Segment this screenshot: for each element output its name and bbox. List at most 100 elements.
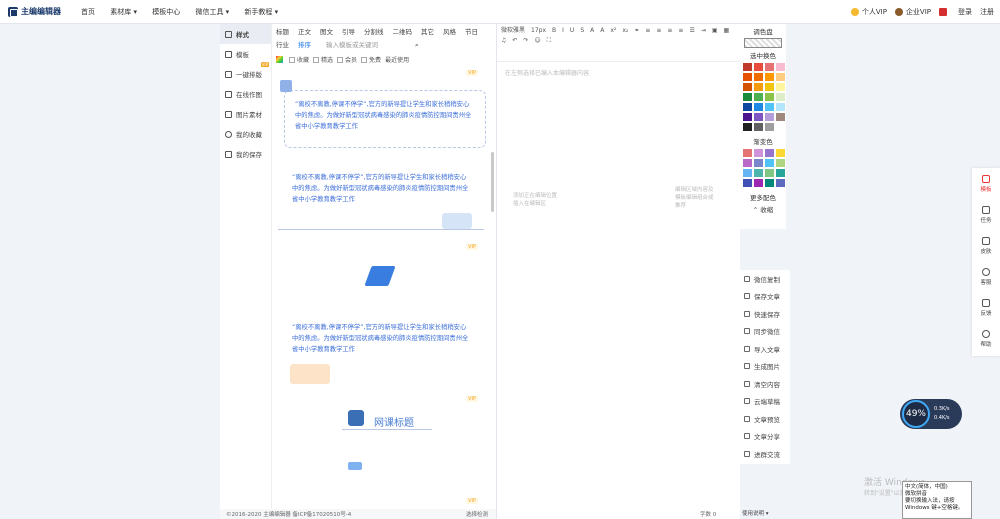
side-help[interactable]: 帮助 xyxy=(972,323,1000,354)
share-button[interactable]: 文章分享 xyxy=(740,428,790,446)
color-swatch[interactable] xyxy=(765,93,774,101)
save-article-button[interactable]: 保存文章 xyxy=(740,288,790,306)
check-button[interactable]: 选择检测 xyxy=(466,510,488,518)
underline-icon[interactable]: U xyxy=(570,26,574,36)
color-swatch[interactable] xyxy=(776,73,785,81)
tab-title[interactable]: 标题 xyxy=(276,26,289,39)
side-template[interactable]: 模板 xyxy=(972,168,1000,199)
color-swatch[interactable] xyxy=(776,169,785,177)
color-swatch[interactable] xyxy=(754,63,763,71)
color-swatch[interactable] xyxy=(765,63,774,71)
font-select[interactable]: 微软雅黑 xyxy=(501,26,525,36)
wechat-copy-button[interactable]: 微信复制 xyxy=(740,270,790,288)
color-filter-icon[interactable] xyxy=(276,56,283,63)
sync-wechat-button[interactable]: 同步微信 xyxy=(740,323,790,341)
color-swatch[interactable] xyxy=(754,93,763,101)
bold-icon[interactable]: B xyxy=(552,26,556,36)
quick-save-button[interactable]: 快速保存 xyxy=(740,305,790,323)
checkbox-favorite[interactable] xyxy=(289,56,295,63)
nav-wechat-tools[interactable]: 微信工具 ▾ xyxy=(195,7,229,17)
color-swatch[interactable] xyxy=(743,123,752,131)
color-swatch[interactable] xyxy=(754,149,763,157)
tab-style[interactable]: 风格 xyxy=(443,26,456,39)
side-skin[interactable]: 皮肤 xyxy=(972,230,1000,261)
register-link[interactable]: 注册 xyxy=(980,7,994,17)
cloud-draft-button[interactable]: 云端草稿 xyxy=(740,393,790,411)
preview-button[interactable]: 文章预览 xyxy=(740,410,790,428)
checkbox-featured[interactable] xyxy=(313,56,320,63)
style-card[interactable]: VIP “离校不离教,停课不停学”,官方的新导提让学生和家长稍稍安心中的焦虑。为… xyxy=(278,70,486,152)
strike-icon[interactable]: S xyxy=(580,26,584,36)
color-swatch[interactable] xyxy=(754,73,763,81)
color-swatch[interactable] xyxy=(776,113,785,121)
color-swatch[interactable] xyxy=(754,83,763,91)
justify-icon[interactable]: ≡ xyxy=(678,26,683,36)
color-swatch[interactable] xyxy=(776,123,785,131)
table-icon[interactable]: ▦ xyxy=(724,26,730,36)
fold-button[interactable]: ⌃ 收缩 xyxy=(740,204,786,214)
logo[interactable]: 主编编辑器 xyxy=(8,6,68,17)
font-size-select[interactable]: 17px xyxy=(531,26,546,36)
align-left-icon[interactable]: ≡ xyxy=(645,26,650,36)
list-icon[interactable]: ☰ xyxy=(689,26,694,36)
import-article-button[interactable]: 导入文章 xyxy=(740,340,790,358)
link-icon[interactable]: ⚭ xyxy=(634,26,639,36)
scrollbar[interactable] xyxy=(491,152,494,212)
color-swatch[interactable] xyxy=(754,159,763,167)
sidebar-item-saved[interactable]: 我的保存 xyxy=(220,144,271,164)
sidebar-item-auto-layout[interactable]: 一键排版 VIP xyxy=(220,62,271,84)
color-swatch[interactable] xyxy=(754,123,763,131)
italic-icon[interactable]: I xyxy=(562,26,564,36)
side-service[interactable]: 客服 xyxy=(972,261,1000,292)
color-picker-input[interactable] xyxy=(744,38,782,48)
highlight-icon[interactable]: A xyxy=(600,26,604,36)
editor-placeholder[interactable]: 在左侧选择已编入本编辑器内容 xyxy=(497,62,740,83)
color-swatch[interactable] xyxy=(754,103,763,111)
color-swatch[interactable] xyxy=(754,179,763,187)
color-swatch[interactable] xyxy=(776,63,785,71)
align-right-icon[interactable]: ≡ xyxy=(667,26,672,36)
color-swatch[interactable] xyxy=(765,179,774,187)
side-task[interactable]: 任务 xyxy=(972,199,1000,230)
tab-sort[interactable]: 排序 xyxy=(298,39,311,52)
color-swatch[interactable] xyxy=(765,159,774,167)
network-speed-widget[interactable]: 49% 0.3K/s 0.4K/s xyxy=(900,399,962,429)
color-swatch[interactable] xyxy=(765,83,774,91)
color-swatch[interactable] xyxy=(743,73,752,81)
personal-vip[interactable]: 个人VIP xyxy=(850,7,887,17)
tab-industry[interactable]: 行业 xyxy=(276,39,289,52)
color-swatch[interactable] xyxy=(743,103,752,111)
generate-image-button[interactable]: 生成图片 xyxy=(740,358,790,376)
search-input[interactable]: 输入模板或关键词 xyxy=(326,39,406,49)
tab-other[interactable]: 其它 xyxy=(421,26,434,39)
usage-guide[interactable]: 使用说明 ▾ xyxy=(742,509,802,519)
sidebar-item-favorites[interactable]: 我的收藏 xyxy=(220,124,271,144)
search-icon[interactable]: ⌕ xyxy=(415,39,419,52)
color-swatch[interactable] xyxy=(776,159,785,167)
image-insert-icon[interactable]: ▣ xyxy=(712,26,718,36)
color-swatch[interactable] xyxy=(743,93,752,101)
color-swatch[interactable] xyxy=(776,179,785,187)
tab-divider[interactable]: 分割线 xyxy=(364,26,384,39)
color-swatch[interactable] xyxy=(765,113,774,121)
style-card[interactable]: VIP xyxy=(278,462,486,504)
color-swatch[interactable] xyxy=(743,159,752,167)
sidebar-item-styles[interactable]: 样式 xyxy=(220,24,271,44)
enterprise-vip[interactable]: 企业VIP xyxy=(894,7,931,17)
indent-icon[interactable]: ⇥ xyxy=(701,26,706,36)
color-swatch[interactable] xyxy=(743,113,752,121)
color-swatch[interactable] xyxy=(776,103,785,111)
style-card[interactable]: “离校不离教,停课不停学”,官方的新导提让学生和家长稍稍安心中的焦虑。为做好新型… xyxy=(278,172,486,230)
nav-home[interactable]: 首页 xyxy=(81,7,95,17)
color-swatch[interactable] xyxy=(776,83,785,91)
color-swatch[interactable] xyxy=(776,93,785,101)
recent-used[interactable]: 最近使用 xyxy=(385,55,409,64)
redo-icon[interactable]: ↷ xyxy=(523,36,528,46)
color-swatch[interactable] xyxy=(743,83,752,91)
color-swatch[interactable] xyxy=(743,149,752,157)
tab-guide[interactable]: 引导 xyxy=(342,26,355,39)
style-card[interactable]: VIP 网课标题 xyxy=(278,392,486,452)
align-center-icon[interactable]: ≡ xyxy=(656,26,661,36)
tab-holiday[interactable]: 节日 xyxy=(465,26,478,39)
undo-icon[interactable]: ↶ xyxy=(512,36,517,46)
